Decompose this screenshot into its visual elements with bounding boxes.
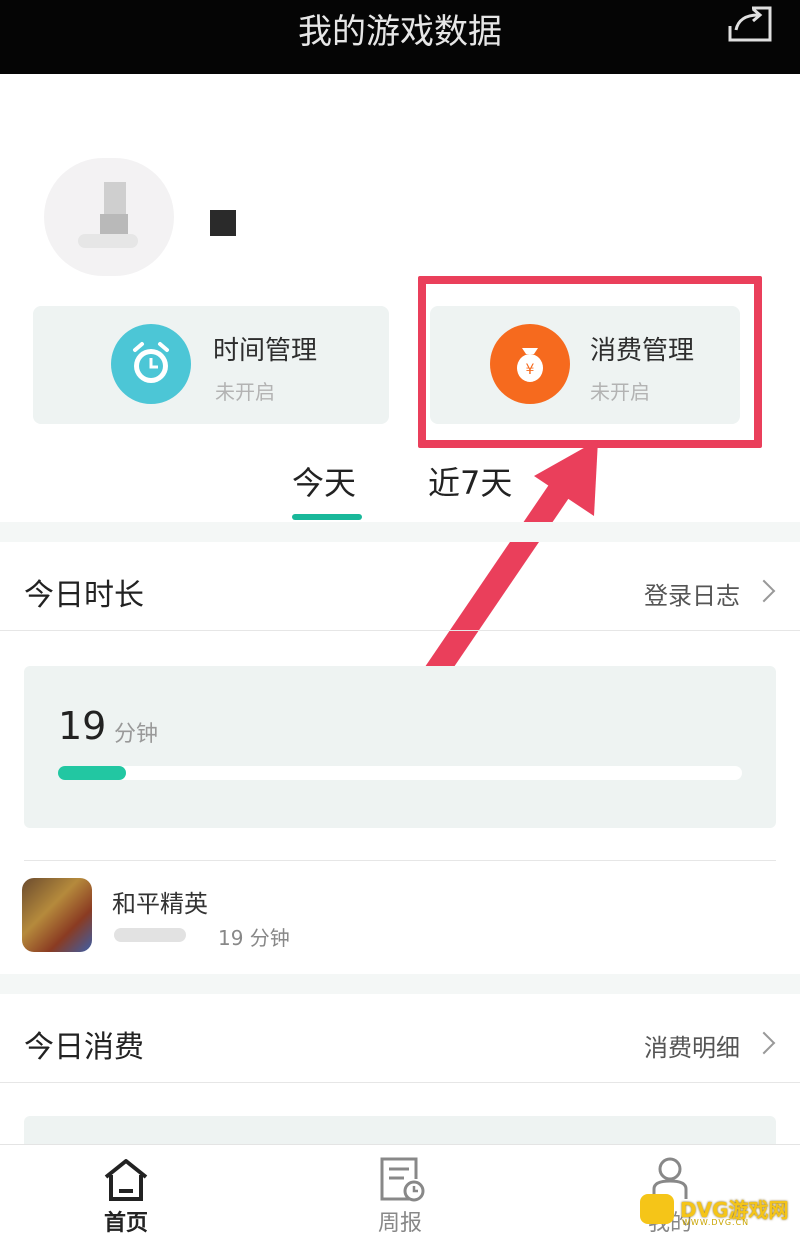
watermark-logo: DVG游戏网 WWW.DVG.CN — [640, 1188, 800, 1232]
game-bar-placeholder — [114, 928, 186, 942]
divider — [0, 1082, 800, 1083]
nickname-redacted — [210, 210, 236, 236]
duration-total-value: 19 — [58, 704, 107, 748]
tab-active-indicator — [292, 514, 362, 520]
spending-detail-link[interactable]: 消费明细 — [644, 1028, 740, 1063]
divider — [24, 860, 776, 861]
time-management-card[interactable]: 时间管理 未开启 — [33, 306, 389, 424]
home-icon — [104, 1159, 148, 1201]
game-time: 19 分钟 — [218, 926, 290, 950]
watermark-sub: WWW.DVG.CN — [682, 1218, 750, 1227]
login-log-link[interactable]: 登录日志 — [644, 576, 740, 611]
avatar-blur-block — [78, 234, 138, 248]
game-name: 和平精英 — [112, 890, 208, 918]
nav-home[interactable]: 首页 — [66, 1155, 186, 1237]
tab-today[interactable]: 今天 — [292, 458, 356, 504]
game-icon[interactable] — [22, 878, 92, 952]
avatar-blur-block — [104, 182, 126, 218]
page-title: 我的游戏数据 — [298, 12, 502, 52]
time-management-title: 时间管理 — [213, 336, 318, 366]
time-management-status: 未开启 — [215, 380, 275, 404]
nav-report[interactable]: 周报 — [340, 1155, 460, 1237]
section-gap — [0, 974, 800, 994]
gamepad-icon — [640, 1194, 674, 1224]
avatar[interactable] — [44, 158, 174, 276]
tab-last-7-days[interactable]: 近7天 — [428, 458, 512, 504]
duration-progress-track — [58, 766, 742, 780]
chevron-right-icon — [752, 579, 776, 603]
share-icon[interactable] — [726, 4, 774, 44]
duration-stat-card: 19 分钟 — [24, 666, 776, 828]
annotation-highlight-box — [418, 276, 762, 448]
duration-section-title: 今日时长 — [24, 578, 144, 613]
nav-home-label: 首页 — [103, 1211, 148, 1236]
alarm-clock-icon — [111, 324, 191, 404]
chevron-right-icon — [752, 1031, 776, 1055]
duration-progress-fill — [58, 766, 127, 780]
report-icon — [380, 1157, 425, 1202]
spending-section-title: 今日消费 — [24, 1030, 144, 1065]
duration-total-unit: 分钟 — [114, 722, 159, 747]
top-bar: 我的游戏数据 — [0, 0, 800, 74]
nav-report-label: 周报 — [377, 1211, 422, 1236]
section-gap — [0, 522, 800, 542]
divider — [0, 630, 800, 631]
